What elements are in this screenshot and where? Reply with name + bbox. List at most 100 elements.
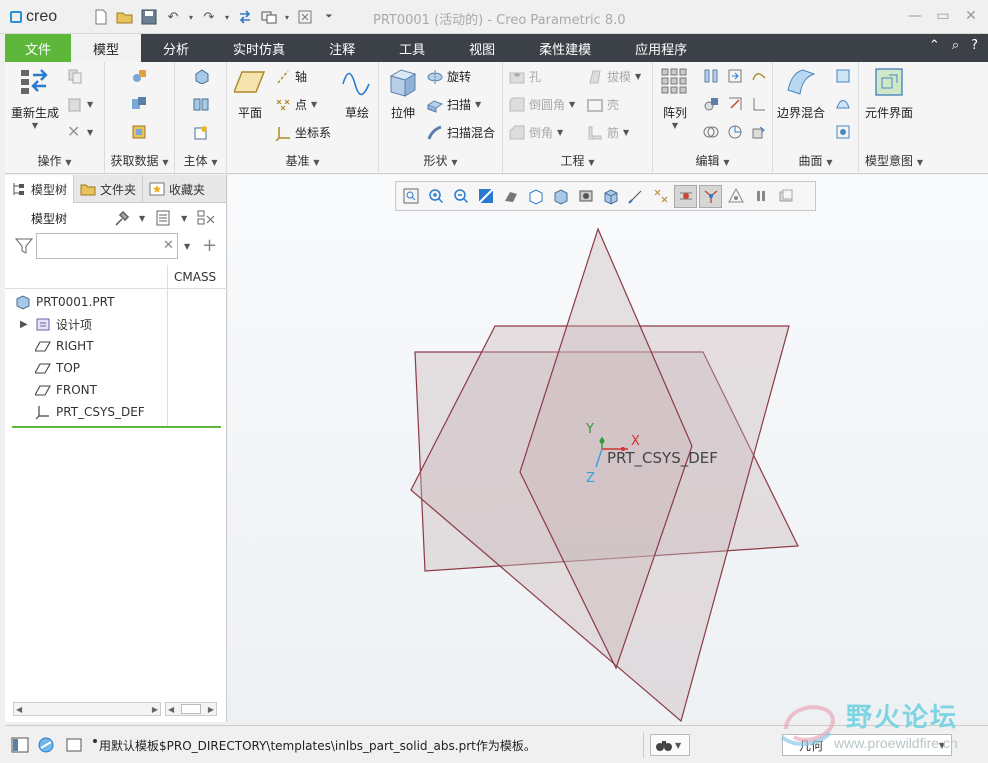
datum-plane-button[interactable]: 平面	[232, 66, 266, 121]
browser-toggle-icon[interactable]	[37, 736, 54, 753]
regenerate-small-icon[interactable]	[234, 7, 256, 27]
split-body-button[interactable]	[193, 96, 209, 112]
sweep-button[interactable]: 扫描 ▼	[426, 96, 481, 113]
sketch-button[interactable]: 草绘	[341, 66, 373, 121]
search-icon[interactable]: ⌕	[952, 38, 959, 53]
thicken-button[interactable]	[751, 124, 767, 140]
fill-button[interactable]	[835, 68, 851, 84]
tree-columns-icon[interactable]	[197, 210, 215, 226]
pattern-dropdown-icon[interactable]: ▼	[672, 121, 678, 130]
filter-dropdown-icon[interactable]: ▼	[184, 242, 190, 251]
extend-button[interactable]	[751, 96, 767, 112]
project-button[interactable]	[751, 68, 767, 84]
group-operations-label[interactable]: 操作 ▼	[5, 152, 104, 169]
datum-axis-button[interactable]: 轴	[275, 68, 307, 85]
tab-applications[interactable]: 应用程序	[613, 34, 709, 62]
group-engineering-label[interactable]: 工程 ▼	[503, 152, 652, 169]
new-body-button[interactable]	[193, 124, 209, 140]
selection-filter[interactable]: 几何 ▼	[782, 734, 952, 756]
rib-button[interactable]: 筋 ▼	[587, 124, 629, 141]
close-window-icon[interactable]	[294, 7, 316, 27]
body-button[interactable]	[193, 68, 209, 85]
clear-filter-icon[interactable]: ✕	[163, 238, 174, 253]
paste-button[interactable]: ▼	[67, 96, 93, 112]
tree-node-front[interactable]: FRONT	[5, 379, 227, 401]
extrude-button[interactable]: 拉伸	[387, 66, 419, 121]
solidify-button[interactable]	[727, 124, 743, 140]
tab-live-simulation[interactable]: 实时仿真	[211, 34, 307, 62]
windows-dropdown-icon[interactable]: ▾	[282, 7, 292, 27]
trim-button[interactable]	[727, 96, 743, 112]
tab-folder-browser[interactable]: 文件夹	[74, 175, 144, 203]
group-body-label[interactable]: 主体 ▼	[175, 152, 226, 169]
merge-button[interactable]	[727, 68, 743, 84]
shell-button[interactable]: 壳	[587, 96, 619, 113]
tree-filter-input[interactable]	[36, 233, 178, 259]
hole-button[interactable]: 孔	[509, 68, 541, 85]
close-icon[interactable]: ✕	[962, 6, 980, 26]
round-button[interactable]: 倒圆角 ▼	[509, 96, 575, 113]
customize-toolbar-icon[interactable]: ⏷	[318, 7, 340, 27]
group-surfaces-label[interactable]: 曲面 ▼	[773, 152, 858, 169]
full-screen-icon[interactable]	[65, 736, 82, 752]
tab-model-tree[interactable]: 模型树	[5, 175, 75, 203]
windows-icon[interactable]	[258, 7, 280, 27]
redo-icon[interactable]: ↷	[198, 7, 220, 27]
group-get-data-label[interactable]: 获取数据 ▼	[105, 152, 174, 169]
tab-tools[interactable]: 工具	[377, 34, 447, 62]
tab-flexible-modeling[interactable]: 柔性建模	[517, 34, 613, 62]
tree-settings-dropdown-icon[interactable]: ▼	[139, 214, 145, 223]
group-shapes-label[interactable]: 形状 ▼	[379, 152, 502, 169]
tree-display-dropdown-icon[interactable]: ▼	[181, 214, 187, 223]
draft-button[interactable]: 拔模 ▼	[587, 68, 641, 85]
add-filter-icon[interactable]: +	[202, 235, 217, 256]
tree-node-csys[interactable]: PRT_CSYS_DEF	[5, 401, 227, 423]
tree-node-part[interactable]: PRT0001.PRT	[5, 291, 227, 313]
tab-view[interactable]: 视图	[447, 34, 517, 62]
undo-dropdown-icon[interactable]: ▾	[186, 7, 196, 27]
freestyle-button[interactable]	[835, 124, 851, 140]
datum-point-button[interactable]: 点 ▼	[275, 96, 317, 113]
help-icon[interactable]: ?	[971, 38, 978, 53]
pattern-button[interactable]: 阵列 ▼	[659, 66, 691, 130]
offset-button[interactable]	[703, 96, 719, 112]
component-interface-button[interactable]: 元件界面	[865, 66, 913, 121]
tree-node-design-items[interactable]: ▶ 设计项	[5, 313, 227, 335]
filter-icon[interactable]	[14, 238, 34, 254]
delete-button[interactable]: ✕ ▼	[67, 124, 93, 140]
group-model-intent-label[interactable]: 模型意图 ▼	[859, 152, 929, 169]
tree-settings-icon[interactable]	[113, 210, 130, 226]
tab-model[interactable]: 模型	[71, 34, 142, 62]
graphics-window[interactable]: Y X Z PRT_CSYS_DEF	[228, 175, 988, 722]
expand-arrow-icon[interactable]: ▶	[20, 319, 30, 330]
column-header-cmass[interactable]: CMASS	[167, 265, 227, 289]
open-folder-icon[interactable]	[114, 7, 136, 27]
collapse-ribbon-icon[interactable]: ⌃	[929, 38, 940, 53]
find-button[interactable]: ▼	[650, 734, 690, 756]
intersect-button[interactable]	[703, 124, 719, 140]
tree-scrollbar[interactable]: ◀ ▶	[13, 702, 161, 716]
new-file-icon[interactable]	[90, 7, 112, 27]
tab-annotate[interactable]: 注释	[307, 34, 377, 62]
mirror-button[interactable]	[703, 68, 719, 84]
group-datum-label[interactable]: 基准 ▼	[227, 152, 378, 169]
copy-geometry-button[interactable]	[131, 96, 147, 112]
tree-node-top[interactable]: TOP	[5, 357, 227, 379]
tab-analysis[interactable]: 分析	[141, 34, 211, 62]
regenerate-button[interactable]: 重新生成 ▼	[11, 66, 59, 130]
tab-favorites[interactable]: 收藏夹	[143, 175, 211, 203]
style-button[interactable]	[835, 96, 851, 112]
tree-display-icon[interactable]	[155, 210, 171, 226]
user-defined-feature-button[interactable]	[131, 68, 147, 84]
selection-filter-dropdown-icon[interactable]: ▼	[939, 741, 945, 750]
redo-dropdown-icon[interactable]: ▾	[222, 7, 232, 27]
minimize-icon[interactable]: —	[906, 6, 924, 26]
tree-insert-indicator[interactable]	[12, 426, 221, 428]
copy-button[interactable]	[67, 68, 83, 84]
tab-file[interactable]: 文件	[5, 34, 72, 62]
group-editing-label[interactable]: 编辑 ▼	[653, 152, 772, 169]
swept-blend-button[interactable]: 扫描混合	[427, 124, 495, 141]
coordinate-system-button[interactable]: 坐标系	[275, 124, 331, 142]
undo-icon[interactable]: ↶	[162, 7, 184, 27]
navigator-toggle-icon[interactable]	[11, 736, 29, 753]
